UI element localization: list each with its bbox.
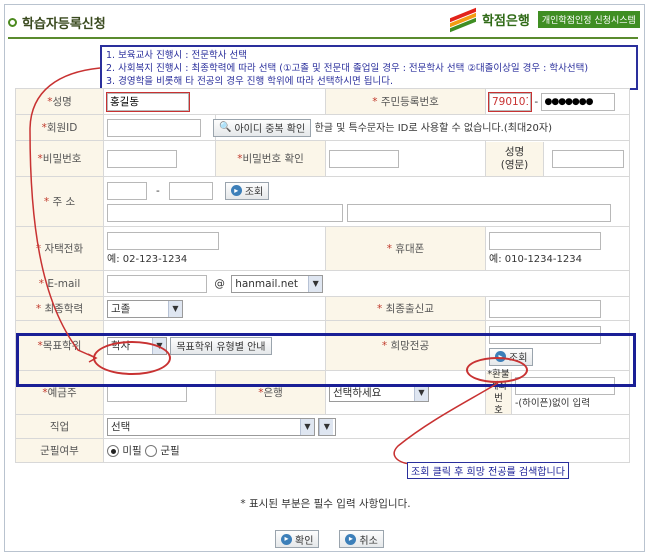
arrow-right-icon: ▸: [495, 351, 506, 362]
mobile-input[interactable]: [489, 232, 601, 250]
job-detail-select[interactable]: ▼: [318, 417, 337, 436]
password-confirm-input[interactable]: [329, 149, 399, 168]
id-check-button[interactable]: 🔍 아이디 중복 확인: [213, 118, 312, 137]
page-title-text: 학습자등록신청: [22, 17, 106, 32]
military-radio-unfulfilled[interactable]: [107, 445, 119, 457]
chevron-down-icon: ▼: [308, 275, 323, 292]
major-search-button[interactable]: ▸ 조회: [489, 347, 534, 366]
refund-account-input[interactable]: [515, 376, 615, 395]
rrn-back-input[interactable]: [541, 92, 616, 111]
form-actions: ▸ 확인 ▸ 취소: [275, 530, 384, 548]
guide-note-1: 1. 보육교사 진행시 : 전문학사 선택: [106, 50, 247, 61]
major-search-callout: 조회 클릭 후 희망 전공를 검색합니다: [407, 462, 569, 479]
member-id-hint: 한글 및 특수문자는 ID로 사용할 수 없습니다.(최대20자): [314, 122, 552, 134]
member-id-input[interactable]: [107, 118, 201, 137]
job-select[interactable]: 선택 ▼: [107, 417, 315, 436]
search-icon: 🔍: [219, 122, 232, 133]
major-label: * 희망전공: [325, 320, 486, 371]
major-input[interactable]: [489, 325, 601, 344]
school-input[interactable]: [489, 299, 601, 318]
password-label: *비밀번호: [15, 140, 104, 177]
zipcode-back-input[interactable]: [168, 181, 213, 200]
chevron-down-icon: ▼: [152, 337, 166, 354]
depositor-input[interactable]: [107, 383, 187, 402]
password-confirm-label: *비밀번호 확인: [215, 140, 326, 177]
degree-label: *목표학위: [15, 320, 104, 371]
chevron-down-icon: ▼: [168, 300, 182, 317]
education-label: * 최종학력: [15, 296, 104, 321]
chevron-down-icon: ▼: [319, 418, 334, 435]
rrn-label: * 주민등록번호: [325, 88, 486, 115]
rrn-front-input[interactable]: [488, 91, 532, 112]
guide-notes: 1. 보육교사 진행시 : 전문학사 선택 2. 사회복지 진행시 : 최종학력…: [100, 45, 638, 90]
name-en-label: 성명 (영문): [486, 141, 544, 176]
member-id-label: *회원ID: [15, 114, 104, 141]
brand-logo: 학점은행 개인학점인정 신청시스템: [450, 7, 640, 32]
required-footnote: * 표시된 부분은 필수 입력 사항입니다.: [240, 498, 411, 510]
address-search-button[interactable]: ▸ 조회: [224, 181, 270, 200]
degree-select[interactable]: 학사 ▼: [107, 336, 167, 355]
chevron-down-icon: ▼: [300, 418, 314, 435]
header-divider: [8, 37, 638, 39]
degree-guide-button[interactable]: 목표학위 유형별 안내: [170, 336, 272, 355]
brand-name: 학점은행: [482, 14, 530, 29]
job-label: 직업: [15, 414, 104, 439]
email-label: * E-mail: [15, 270, 104, 297]
education-select[interactable]: 고졸 ▼: [107, 299, 183, 318]
brand-stripes-icon: [450, 7, 478, 32]
refund-label: *환불 계좌번 호: [486, 369, 512, 416]
name-en-input[interactable]: [552, 149, 624, 168]
home-phone-example: 예: 02-123-1234: [107, 254, 188, 265]
arrow-right-icon: ▸: [345, 533, 357, 545]
page-title: 학습자등록신청: [8, 13, 106, 32]
arrow-right-icon: ▸: [281, 533, 292, 545]
military-option-unfulfilled: 미필: [122, 445, 142, 457]
brand-badge: 개인학점인정 신청시스템: [537, 11, 640, 28]
title-bullet-icon: [8, 18, 17, 27]
guide-note-2: 2. 사회복지 진행시 : 최종학력에 따라 선택 (①고졸 및 전문대 졸업일…: [106, 63, 589, 74]
military-option-fulfilled: 군필: [160, 445, 180, 457]
military-label: 군필여부: [15, 438, 104, 463]
depositor-label: *예금주: [15, 370, 104, 415]
password-input[interactable]: [107, 149, 177, 168]
mobile-label: * 휴대폰: [325, 226, 486, 271]
home-phone-input[interactable]: [107, 232, 219, 250]
email-at-sign: @: [214, 277, 225, 290]
address-line1-input[interactable]: [107, 203, 343, 222]
address-label: * 주 소: [15, 176, 104, 227]
refund-account-hint: -(하이픈)없이 입력: [515, 397, 591, 409]
name-label: *성명: [15, 88, 104, 115]
cancel-button[interactable]: ▸ 취소: [339, 530, 384, 548]
bank-select[interactable]: 선택하세요 ▼: [329, 383, 429, 402]
email-domain-select[interactable]: hanmail.net ▼: [231, 274, 324, 293]
military-radio-fulfilled[interactable]: [145, 445, 158, 457]
name-input[interactable]: [106, 91, 190, 112]
address-line2-input[interactable]: [347, 203, 611, 222]
arrow-right-icon: ▸: [230, 185, 242, 196]
home-phone-label: * 자택전화: [15, 226, 104, 271]
email-id-input[interactable]: [107, 274, 207, 293]
mobile-example: 예: 010-1234-1234: [489, 254, 582, 265]
registration-form: *성명 * 주민등록번호 - *회원ID 🔍 아이디 중복 확인 한글 및 특수…: [15, 88, 630, 463]
guide-note-3: 3. 경영학을 비롯해 타 전공의 경우 진행 학위에 따라 선택하시면 됩니다…: [106, 76, 394, 87]
rrn-dash: -: [534, 95, 539, 108]
confirm-button[interactable]: ▸ 확인: [275, 530, 320, 548]
zipcode-dash: -: [156, 184, 160, 197]
school-label: * 최종출신교: [325, 296, 486, 321]
chevron-down-icon: ▼: [414, 384, 428, 401]
zipcode-front-input[interactable]: [107, 181, 147, 200]
bank-label: *은행: [215, 370, 326, 415]
